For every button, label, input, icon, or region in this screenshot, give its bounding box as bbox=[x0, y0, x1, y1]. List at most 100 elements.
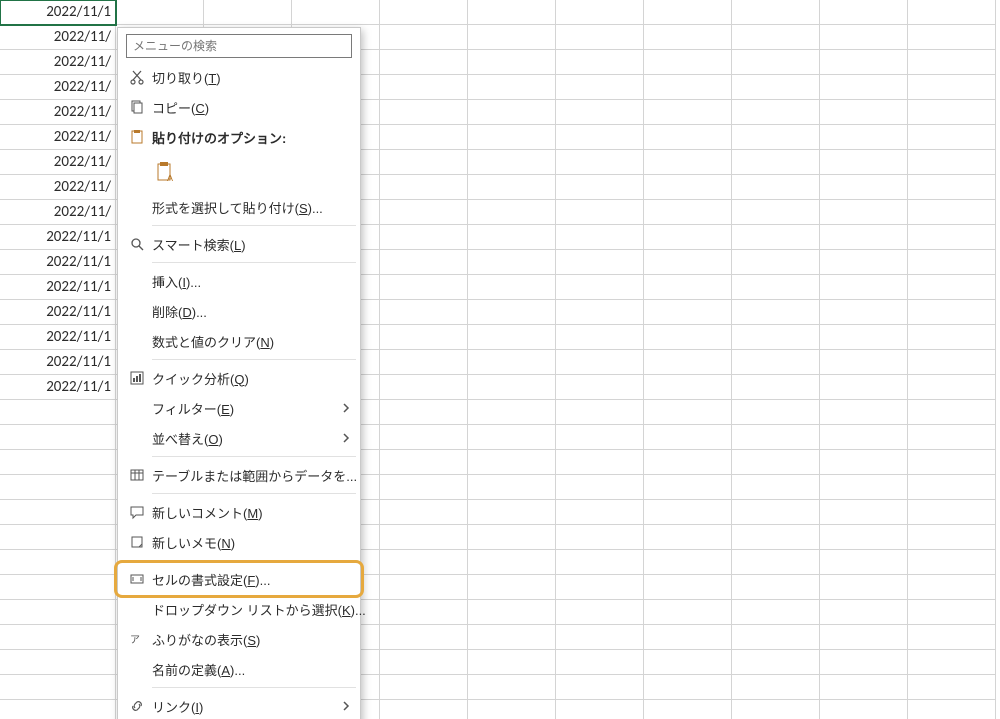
cell[interactable] bbox=[908, 700, 996, 719]
cell[interactable] bbox=[820, 100, 908, 125]
cell[interactable] bbox=[820, 700, 908, 719]
cell[interactable] bbox=[556, 75, 644, 100]
menu-link[interactable]: リンク(I) bbox=[118, 691, 360, 719]
cell[interactable] bbox=[644, 700, 732, 719]
cell[interactable] bbox=[644, 675, 732, 700]
cell[interactable] bbox=[380, 250, 468, 275]
cell[interactable] bbox=[468, 375, 556, 400]
menu-insert[interactable]: 挿入(I)... bbox=[118, 266, 360, 296]
cell[interactable] bbox=[732, 425, 820, 450]
cell[interactable] bbox=[908, 175, 996, 200]
cell[interactable] bbox=[380, 100, 468, 125]
cell[interactable] bbox=[556, 250, 644, 275]
cell[interactable] bbox=[556, 550, 644, 575]
cell[interactable] bbox=[468, 275, 556, 300]
cell[interactable] bbox=[820, 0, 908, 25]
cell[interactable] bbox=[820, 650, 908, 675]
cell[interactable] bbox=[820, 450, 908, 475]
cell[interactable] bbox=[908, 450, 996, 475]
cell[interactable] bbox=[908, 0, 996, 25]
cell[interactable] bbox=[820, 50, 908, 75]
cell[interactable] bbox=[908, 50, 996, 75]
cell[interactable] bbox=[908, 100, 996, 125]
cell[interactable] bbox=[468, 700, 556, 719]
cell[interactable] bbox=[644, 0, 732, 25]
cell[interactable]: 2022/11/ bbox=[0, 75, 116, 100]
cell[interactable] bbox=[732, 375, 820, 400]
menu-paste-special[interactable]: 形式を選択して貼り付け(S)... bbox=[118, 192, 360, 222]
cell[interactable]: 2022/11/ bbox=[0, 25, 116, 50]
cell[interactable] bbox=[732, 500, 820, 525]
cell[interactable] bbox=[820, 475, 908, 500]
cell[interactable] bbox=[732, 250, 820, 275]
cell[interactable] bbox=[556, 575, 644, 600]
cell[interactable] bbox=[468, 300, 556, 325]
cell[interactable] bbox=[908, 300, 996, 325]
cell[interactable] bbox=[908, 575, 996, 600]
cell[interactable] bbox=[0, 500, 116, 525]
cell[interactable] bbox=[468, 550, 556, 575]
cell[interactable] bbox=[908, 75, 996, 100]
menu-show-phonetic[interactable]: ア ふりがなの表示(S) bbox=[118, 624, 360, 654]
cell[interactable] bbox=[820, 575, 908, 600]
menu-delete[interactable]: 削除(D)... bbox=[118, 296, 360, 326]
cell[interactable] bbox=[644, 25, 732, 50]
cell[interactable] bbox=[380, 700, 468, 719]
cell[interactable] bbox=[380, 300, 468, 325]
cell[interactable] bbox=[380, 0, 468, 25]
cell[interactable] bbox=[908, 125, 996, 150]
cell[interactable]: 2022/11/1 bbox=[0, 300, 116, 325]
cell[interactable] bbox=[556, 700, 644, 719]
menu-new-note[interactable]: 新しいメモ(N) bbox=[118, 527, 360, 557]
cell[interactable] bbox=[556, 625, 644, 650]
menu-dropdown-list[interactable]: ドロップダウン リストから選択(K)... bbox=[118, 594, 360, 624]
cell[interactable] bbox=[732, 475, 820, 500]
cell[interactable] bbox=[644, 650, 732, 675]
cell[interactable] bbox=[732, 125, 820, 150]
cell[interactable] bbox=[820, 600, 908, 625]
cell[interactable] bbox=[380, 75, 468, 100]
cell[interactable] bbox=[380, 375, 468, 400]
cell[interactable] bbox=[908, 400, 996, 425]
cell[interactable] bbox=[468, 25, 556, 50]
cell[interactable]: 2022/11/ bbox=[0, 50, 116, 75]
cell[interactable] bbox=[380, 175, 468, 200]
cell[interactable] bbox=[468, 400, 556, 425]
menu-cut[interactable]: 切り取り(T) bbox=[118, 62, 360, 92]
menu-quick-analysis[interactable]: クイック分析(Q) bbox=[118, 363, 360, 393]
cell[interactable] bbox=[644, 425, 732, 450]
cell[interactable] bbox=[0, 475, 116, 500]
cell[interactable] bbox=[820, 500, 908, 525]
cell[interactable]: 2022/11/ bbox=[0, 125, 116, 150]
cell[interactable] bbox=[644, 325, 732, 350]
cell[interactable] bbox=[644, 175, 732, 200]
cell[interactable] bbox=[556, 225, 644, 250]
cell[interactable] bbox=[468, 225, 556, 250]
cell[interactable] bbox=[380, 650, 468, 675]
cell[interactable] bbox=[0, 450, 116, 475]
cell[interactable] bbox=[0, 400, 116, 425]
cell[interactable] bbox=[380, 200, 468, 225]
cell[interactable] bbox=[908, 325, 996, 350]
cell[interactable] bbox=[556, 100, 644, 125]
menu-search-input[interactable] bbox=[133, 39, 345, 53]
menu-sort[interactable]: 並べ替え(O) bbox=[118, 423, 360, 453]
cell[interactable] bbox=[556, 175, 644, 200]
cell[interactable] bbox=[820, 350, 908, 375]
cell[interactable] bbox=[380, 400, 468, 425]
menu-define-name[interactable]: 名前の定義(A)... bbox=[118, 654, 360, 684]
cell[interactable] bbox=[820, 400, 908, 425]
cell[interactable] bbox=[644, 575, 732, 600]
cell[interactable] bbox=[468, 500, 556, 525]
cell[interactable] bbox=[908, 25, 996, 50]
cell[interactable] bbox=[468, 175, 556, 200]
cell[interactable]: 2022/11/ bbox=[0, 175, 116, 200]
cell[interactable] bbox=[644, 500, 732, 525]
cell[interactable]: 2022/11/1 bbox=[0, 325, 116, 350]
cell[interactable] bbox=[820, 625, 908, 650]
cell[interactable] bbox=[0, 625, 116, 650]
cell[interactable] bbox=[644, 225, 732, 250]
cell[interactable] bbox=[644, 400, 732, 425]
cell[interactable] bbox=[732, 650, 820, 675]
cell[interactable] bbox=[732, 575, 820, 600]
